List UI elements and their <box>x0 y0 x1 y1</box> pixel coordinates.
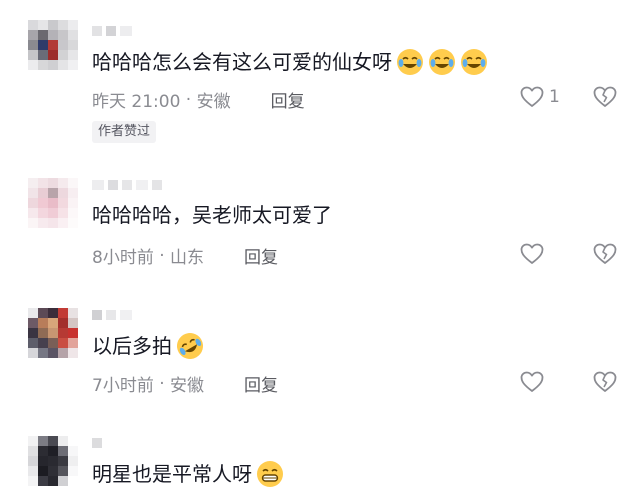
username-blurred[interactable] <box>92 26 132 38</box>
dislike-button[interactable] <box>593 86 617 112</box>
comment-meta: 7小时前 · 安徽 回复 <box>92 371 278 397</box>
reply-button[interactable]: 回复 <box>271 87 305 112</box>
comment-meta: 昨天 21:00 · 安徽 回复 <box>92 87 305 113</box>
comment-text: 以后多拍 <box>92 332 204 360</box>
like-button[interactable] <box>520 371 544 393</box>
like-button[interactable]: 1 <box>520 86 560 108</box>
comment-text: 明星也是平常人呀 <box>92 460 284 488</box>
comment-text: 哈哈哈怎么会有这么可爱的仙女呀 <box>92 48 488 76</box>
comment-time: 8小时前 <box>92 248 154 268</box>
author-liked-badge: 作者赞过 <box>92 121 157 143</box>
avatar[interactable] <box>28 436 78 486</box>
comment-location: 安徽 <box>196 92 231 112</box>
comment-meta: 8小时前 · 山东 回复 <box>92 243 278 269</box>
comment-time: 7小时前 <box>92 376 154 396</box>
broken-heart-icon <box>593 86 617 107</box>
grin-emoji <box>256 460 284 488</box>
laugh-cry-emoji <box>460 48 488 76</box>
broken-heart-icon <box>593 243 617 264</box>
dislike-button[interactable] <box>593 371 617 397</box>
like-button[interactable] <box>520 243 544 265</box>
heart-outline-icon <box>520 371 544 392</box>
laugh-cry-emoji <box>396 48 424 76</box>
comment-location: 山东 <box>170 248 205 268</box>
laugh-cry-emoji <box>428 48 456 76</box>
like-count: 1 <box>549 87 560 107</box>
comment-time: 昨天 21:00 <box>92 92 181 112</box>
username-blurred[interactable] <box>92 180 162 192</box>
rofl-emoji <box>176 332 204 360</box>
comment-location: 安徽 <box>170 376 205 396</box>
broken-heart-icon <box>593 371 617 392</box>
reply-button[interactable]: 回复 <box>244 243 278 268</box>
dislike-button[interactable] <box>593 243 617 269</box>
username-blurred[interactable] <box>92 310 132 322</box>
avatar[interactable] <box>28 178 78 228</box>
comment-text: 哈哈哈哈，吴老师太可爱了 <box>92 203 332 227</box>
avatar[interactable] <box>28 308 78 358</box>
heart-outline-icon <box>520 86 544 107</box>
heart-outline-icon <box>520 243 544 264</box>
avatar[interactable] <box>28 20 78 70</box>
reply-button[interactable]: 回复 <box>244 371 278 396</box>
username-blurred[interactable] <box>92 438 102 450</box>
